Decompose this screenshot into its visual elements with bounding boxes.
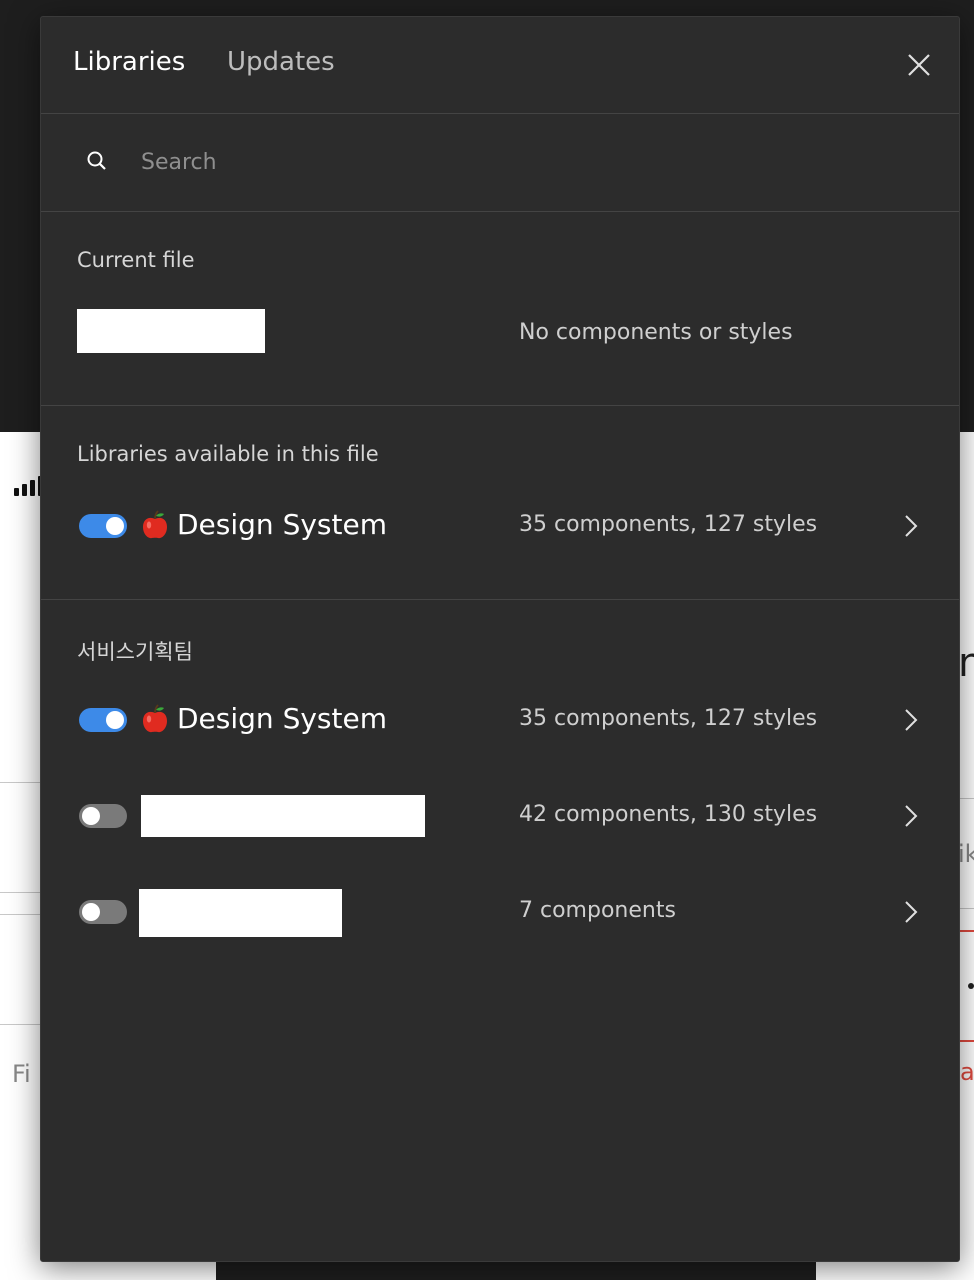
library-count: 35 components, 127 styles [519, 512, 818, 537]
current-file-section: Current file No components or styles [41, 212, 959, 406]
library-row-redacted[interactable]: 42 components, 130 styles [41, 786, 959, 846]
tab-updates[interactable]: Updates [227, 47, 335, 77]
search-input[interactable] [141, 142, 841, 182]
background-text-fragment: Fi [12, 1060, 31, 1088]
background-dark-strip [216, 1262, 816, 1280]
background-accent-line [960, 1040, 974, 1042]
background-dot [968, 983, 974, 989]
library-row-design-system[interactable]: Design System 35 components, 127 styles [41, 690, 959, 750]
toggle-knob [82, 807, 100, 825]
background-text-fragment: n [958, 640, 974, 686]
dialog-header: Libraries Updates [41, 17, 959, 114]
library-name: Design System [177, 508, 387, 541]
search-icon [87, 151, 106, 170]
section-title-available-libraries: Libraries available in this file [77, 442, 379, 466]
current-file-status: No components or styles [519, 320, 793, 345]
library-row-redacted[interactable]: 7 components [41, 882, 959, 942]
available-libraries-section: Libraries available in this file Design … [41, 406, 959, 600]
chevron-right-icon[interactable] [903, 708, 919, 732]
background-accent-line [960, 930, 974, 932]
library-count: 42 components, 130 styles [519, 802, 818, 827]
toggle-knob [106, 711, 124, 729]
tab-libraries[interactable]: Libraries [73, 47, 185, 77]
chevron-right-icon[interactable] [903, 514, 919, 538]
background-divider [0, 1024, 40, 1025]
section-title-current-file: Current file [77, 248, 195, 272]
library-name-redacted [141, 795, 425, 837]
background-divider [0, 914, 40, 915]
library-toggle[interactable] [79, 708, 127, 732]
library-toggle[interactable] [79, 900, 127, 924]
background-divider [960, 908, 974, 909]
close-icon[interactable] [905, 51, 933, 79]
chevron-right-icon[interactable] [903, 804, 919, 828]
background-divider [960, 798, 974, 799]
current-file-name-redacted [77, 309, 265, 353]
libraries-dialog: Libraries Updates Current file No compon… [40, 16, 960, 1262]
background-divider [0, 782, 40, 783]
library-toggle[interactable] [79, 514, 127, 538]
background-divider [0, 892, 40, 893]
library-count: 35 components, 127 styles [519, 706, 818, 731]
search-bar [41, 114, 959, 212]
library-row-design-system[interactable]: Design System 35 components, 127 styles [41, 496, 959, 556]
library-count: 7 components [519, 898, 676, 923]
library-name: Design System [177, 702, 387, 735]
library-name-redacted [139, 889, 342, 937]
library-toggle[interactable] [79, 804, 127, 828]
toggle-knob [82, 903, 100, 921]
team-libraries-section: 서비스기획팀 Design System 35 components, 127 … [41, 600, 959, 1260]
apple-emoji-icon [143, 704, 167, 733]
section-title-team: 서비스기획팀 [77, 640, 193, 664]
background-text-fragment: a [960, 1058, 974, 1086]
apple-emoji-icon [143, 510, 167, 539]
chevron-right-icon[interactable] [903, 900, 919, 924]
toggle-knob [106, 517, 124, 535]
background-text-fragment: ik [958, 840, 974, 868]
